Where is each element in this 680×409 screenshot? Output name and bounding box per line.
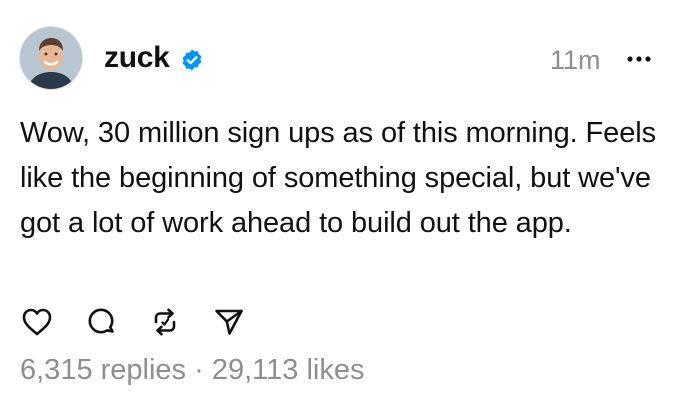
post-body-text: Wow, 30 million sign ups as of this morn… xyxy=(20,117,656,239)
likes-count[interactable]: 29,113 likes xyxy=(212,354,365,386)
more-options-button[interactable] xyxy=(624,47,654,71)
post-stats: 6,315 replies · 29,113 likes xyxy=(20,351,364,389)
repost-icon xyxy=(154,308,176,336)
ellipsis-icon xyxy=(627,56,651,62)
comment-icon xyxy=(88,308,114,334)
post-timestamp: 11m xyxy=(550,45,601,75)
post-actions xyxy=(20,305,260,339)
avatar[interactable] xyxy=(20,27,82,89)
thread-post: zuck 11m Wow, 30 million sign ups as of … xyxy=(0,0,680,409)
reply-button[interactable] xyxy=(84,305,118,339)
repost-button[interactable] xyxy=(148,305,182,339)
send-icon xyxy=(215,309,243,335)
stats-separator: · xyxy=(194,354,204,386)
verified-badge-icon xyxy=(180,48,204,72)
heart-icon xyxy=(22,308,52,336)
like-button[interactable] xyxy=(20,305,54,339)
replies-count[interactable]: 6,315 replies xyxy=(20,354,186,386)
username[interactable]: zuck xyxy=(104,40,170,76)
share-button[interactable] xyxy=(212,305,246,339)
profile-photo xyxy=(20,27,82,89)
